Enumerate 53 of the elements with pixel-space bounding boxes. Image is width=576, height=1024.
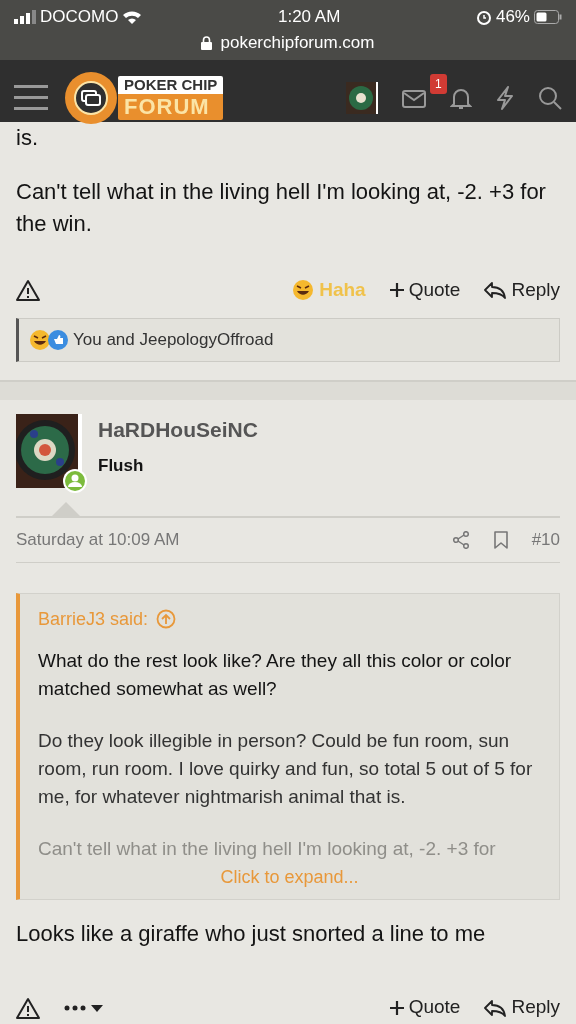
share-icon [451,531,470,550]
search-icon [538,86,562,111]
report-button[interactable] [16,996,40,1019]
reactions-bar[interactable]: You and JeepologyOffroad [16,318,560,362]
menu-button[interactable] [14,85,48,111]
bell-icon [450,86,472,111]
thumbs-up-icon [47,328,69,351]
wifi-icon [122,9,143,25]
bookmark-icon [493,531,508,550]
quote-button[interactable]: Quote [389,275,461,305]
battery-icon [534,10,562,24]
envelope-icon [402,89,426,108]
alarm-clock-icon [475,9,492,25]
username-link[interactable]: HaRDHouSeiNC [98,413,258,445]
search-button[interactable] [538,85,562,111]
warning-icon [16,996,40,1019]
reply-arrow-icon [484,281,507,299]
battery-percent: 46% [495,6,530,29]
more-options-button[interactable] [64,1002,104,1013]
quote-text: Can't tell what in the living hell I'm looking at, -2. +3 for [38,836,497,861]
signal-icon [14,10,36,24]
plus-icon [389,1000,404,1015]
poker-chip-icon [346,82,378,114]
whats-new-button[interactable] [496,85,514,111]
reply-arrow-icon [484,998,507,1017]
quote-button[interactable]: Quote [389,993,461,1022]
chip-logo-icon[interactable] [64,71,118,125]
post-number-link[interactable]: #10 [531,526,560,553]
logo-text[interactable]: POKER CHIP [118,76,224,94]
laughing-emoji-icon [29,328,51,351]
lightning-icon [496,86,514,111]
quote-text: What do the rest look like? Are they all this color or color matched somewhat as well? [38,648,513,701]
reply-button[interactable]: Reply [484,275,560,305]
user-rank: Flush [98,455,145,477]
reactions-text: You and JeepologyOffroad [73,329,274,351]
report-button[interactable] [16,279,40,301]
carrier-name: DOCOMO [40,6,119,29]
quote-text: Do they look illegible in person? Could be fun room, sun room, run room. I love quirky and fun, so total 5 out of 5 for me, for whatever nightmarish animal that is. [38,728,534,809]
notification-badge: 1 [430,73,447,94]
message-text: Can't tell what in the living hell I'm looking at, -2. +3 for the win. [16,178,547,238]
laughing-emoji-icon [292,279,315,301]
avatar-button[interactable] [346,82,378,114]
reply-button[interactable]: Reply [484,993,560,1022]
plus-icon [389,283,404,297]
lock-icon [201,35,213,50]
menu-icon [14,85,48,111]
clock-time: 1:20 AM [278,6,341,29]
message-text: Looks like a giraffe who just snorted a line to me [16,919,487,948]
url-text[interactable]: pokerchipforum.com [220,30,375,56]
message-text: is. [16,124,39,152]
ellipsis-caret-icon [64,1002,104,1013]
post-date[interactable]: Saturday at 10:09 AM [16,526,180,553]
warning-icon [16,279,40,301]
